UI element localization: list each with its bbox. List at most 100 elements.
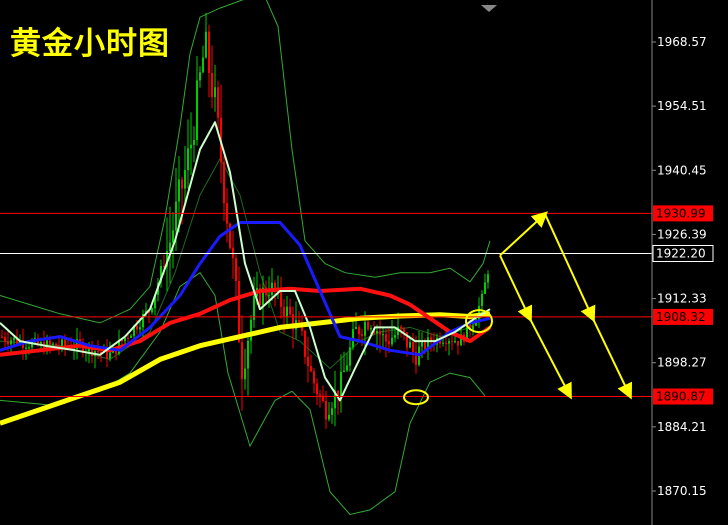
- candle-body: [151, 308, 153, 313]
- candle-body: [4, 337, 6, 342]
- candle-body: [172, 230, 174, 243]
- candle-body: [124, 337, 126, 342]
- candle-body: [190, 144, 192, 149]
- candle-body: [247, 340, 249, 369]
- candle-body: [484, 282, 486, 294]
- candle-body: [424, 342, 426, 350]
- candle-body: [199, 72, 201, 81]
- candle-body: [388, 341, 390, 345]
- candle-body: [442, 342, 444, 344]
- candle-body: [238, 281, 240, 342]
- candle-body: [217, 87, 219, 118]
- candle-body: [244, 368, 246, 380]
- candle-body: [379, 331, 381, 335]
- candle-body: [181, 179, 183, 189]
- candle-body: [28, 347, 30, 349]
- candle-body: [400, 326, 402, 329]
- candle-body: [391, 337, 393, 345]
- candle-body: [370, 328, 372, 330]
- candle-body: [472, 325, 474, 330]
- candle-body: [310, 365, 312, 372]
- price-chart: 1968.57 1954.51 1940.45 1926.39 1912.33 1898.…: [0, 0, 728, 525]
- candle-body: [421, 342, 423, 347]
- candle-body: [64, 339, 66, 346]
- candle-body: [214, 87, 216, 98]
- y-tick-label: 1926.39: [657, 227, 707, 241]
- candle-body: [208, 31, 210, 73]
- level-price-tag-text: 1890.87: [656, 390, 706, 404]
- candle-body: [235, 258, 237, 281]
- y-tick-label: 1912.33: [657, 292, 707, 306]
- candle-body: [328, 414, 330, 420]
- candle-body: [232, 247, 234, 259]
- candle-body: [355, 327, 357, 330]
- candle-body: [202, 57, 204, 73]
- candle-body: [382, 334, 384, 336]
- candle-body: [340, 371, 342, 398]
- y-tick-label: 1898.27: [657, 356, 707, 370]
- candle-body: [184, 170, 186, 189]
- candle-body: [358, 327, 360, 335]
- candle-body: [136, 325, 138, 330]
- y-tick-label: 1870.15: [657, 484, 707, 498]
- level-price-tag-text: 1930.99: [656, 206, 706, 220]
- candle-body: [445, 342, 447, 344]
- candle-body: [298, 320, 300, 323]
- candle-body: [49, 340, 51, 345]
- chart-title: 黄金小时图: [10, 26, 170, 62]
- y-tick-label: 1884.21: [657, 420, 707, 434]
- candle-body: [367, 322, 369, 330]
- candle-body: [349, 347, 351, 366]
- candle-body: [223, 162, 225, 204]
- candle-body: [196, 80, 198, 140]
- candle-body: [283, 306, 285, 317]
- candle-body: [481, 293, 483, 306]
- candle-body: [187, 148, 189, 171]
- candle-body: [319, 394, 321, 396]
- candle-body: [313, 371, 315, 384]
- y-tick-label: 1954.51: [657, 99, 707, 113]
- candle-body: [316, 383, 318, 395]
- candle-body: [193, 140, 195, 145]
- candle-body: [130, 335, 132, 338]
- candle-body: [7, 341, 9, 345]
- candle-body: [286, 306, 288, 317]
- candle-body: [109, 352, 111, 359]
- candle-body: [139, 327, 141, 330]
- candle-body: [268, 295, 270, 297]
- candle-body: [1, 336, 3, 338]
- candle-body: [13, 337, 15, 341]
- candle-body: [451, 341, 453, 343]
- candle-body: [448, 341, 450, 344]
- candle-body: [175, 201, 177, 231]
- candle-body: [394, 335, 396, 338]
- candle-body: [325, 401, 327, 420]
- candle-body: [454, 341, 456, 343]
- level-price-tag-text: 1908.32: [656, 310, 706, 324]
- y-tick-label: 1940.45: [657, 163, 707, 177]
- candle-body: [409, 342, 411, 348]
- candle-body: [376, 331, 378, 334]
- candle-body: [211, 72, 213, 98]
- candle-body: [307, 356, 309, 366]
- candle-body: [457, 341, 459, 346]
- candle-body: [241, 342, 243, 380]
- candle-body: [412, 342, 414, 352]
- candle-body: [25, 347, 27, 349]
- candle-body: [487, 274, 489, 283]
- candle-body: [361, 334, 363, 336]
- y-tick-label: 1968.57: [657, 35, 707, 49]
- candle-body: [178, 179, 180, 202]
- chart-background: [0, 0, 728, 525]
- candle-body: [250, 319, 252, 341]
- candle-body: [55, 343, 57, 347]
- candle-body: [304, 330, 306, 357]
- candle-body: [403, 328, 405, 333]
- candle-body: [127, 337, 129, 339]
- candle-body: [10, 340, 12, 345]
- candle-body: [289, 306, 291, 315]
- candle-body: [364, 322, 366, 336]
- candle-body: [253, 296, 255, 320]
- candle-body: [346, 365, 348, 371]
- candle-body: [52, 343, 54, 345]
